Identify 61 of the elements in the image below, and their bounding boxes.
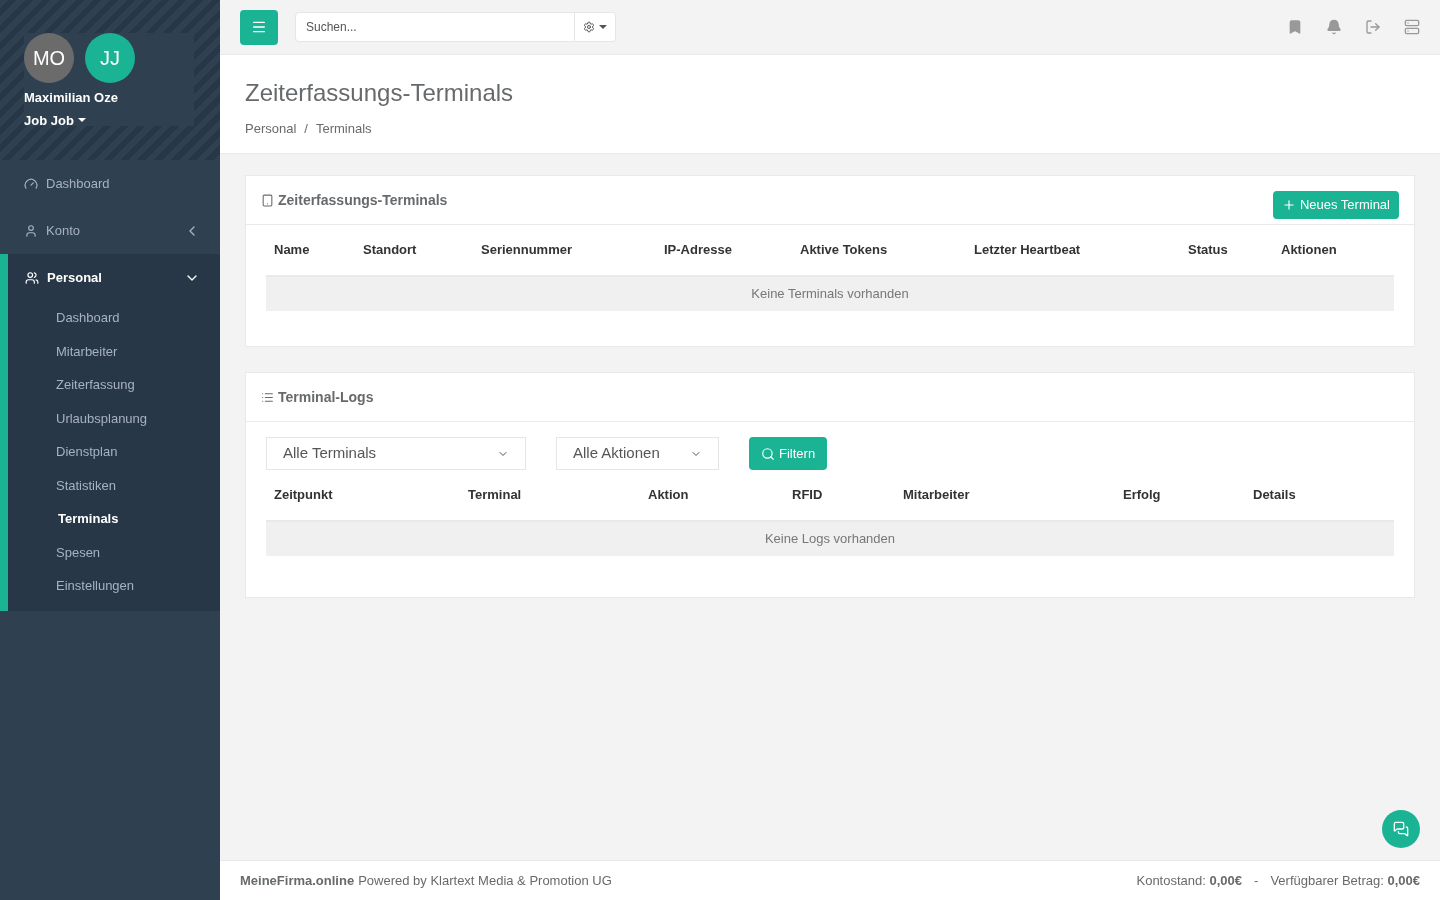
breadcrumb-link[interactable]: Personal (245, 119, 297, 139)
settings-icon (583, 21, 595, 33)
column-header: Standort (363, 241, 418, 260)
bell-icon[interactable] (1326, 19, 1342, 35)
column-header: Aktionen (1281, 241, 1338, 260)
card-title: Zeiterfassungs-Terminals (278, 190, 448, 210)
chat-icon (1393, 821, 1409, 837)
submenu-item[interactable]: Dashboard (8, 301, 220, 335)
column-header: Seriennummer (481, 241, 574, 260)
submenu-item[interactable]: Einstellungen (8, 569, 220, 603)
search-icon (761, 446, 775, 461)
menu-toggle-button[interactable] (240, 9, 278, 45)
footer-brand: MeineFirma.online (240, 871, 355, 890)
list-icon (261, 390, 274, 404)
empty-table-message: Keine Terminals vorhanden (266, 277, 1394, 311)
column-header: Mitarbeiter (903, 486, 971, 505)
column-header: RFID (792, 486, 824, 505)
submenu-item[interactable]: Zeiterfassung (8, 368, 220, 402)
caret-icon (77, 118, 86, 123)
submenu-item[interactable]: Spesen (8, 535, 220, 569)
column-header: Terminal (468, 486, 523, 505)
empty-table-message: Keine Logs vorhanden (266, 522, 1394, 556)
plus-icon (1281, 198, 1296, 212)
sidebar-item[interactable]: Dashboard (0, 160, 220, 207)
column-header: IP-Adresse (664, 241, 733, 260)
column-header: Status (1188, 241, 1229, 260)
avatar[interactable]: MO (24, 33, 74, 83)
bookmark-icon[interactable] (1287, 19, 1303, 35)
column-header: Erfolg (1123, 486, 1162, 505)
column-header: Details (1253, 486, 1297, 505)
column-header: Letzter Heartbeat (974, 241, 1082, 260)
submenu-item[interactable]: Urlaubsplanung (8, 401, 220, 435)
submenu-item[interactable]: Terminals (8, 502, 220, 536)
breadcrumb-link[interactable]: Terminals (315, 119, 372, 139)
sidebar-item[interactable]: Konto (0, 207, 220, 254)
sidebar-item[interactable]: Personal (8, 254, 220, 301)
submenu-item[interactable]: Mitarbeiter (8, 334, 220, 368)
logout-icon[interactable] (1365, 19, 1381, 35)
column-header: Name (274, 241, 311, 260)
column-header: Zeitpunkt (274, 486, 334, 505)
footer-separator: - (1254, 871, 1259, 890)
breadcrumb-separator: / (304, 120, 308, 138)
page-title: Zeiterfassungs-Terminals (245, 78, 515, 108)
user-name: Maximilian Oze (24, 89, 119, 107)
search-field[interactable]: Suchen... (295, 12, 575, 42)
submenu-item[interactable]: Statistiken (8, 468, 220, 502)
account-balance: Kontostand: 0,00€ (1136, 871, 1243, 890)
tablet-icon (261, 193, 274, 207)
filter-select[interactable]: Alle Aktionen (556, 437, 719, 470)
settings-dropdown-button[interactable] (575, 12, 616, 42)
column-header: Aktion (648, 486, 690, 505)
card-title: Terminal-Logs (278, 387, 374, 407)
column-header: Aktive Tokens (800, 241, 889, 260)
chat-button[interactable] (1382, 810, 1420, 848)
available-amount: Verfügbarer Betrag: 0,00€ (1270, 871, 1420, 890)
server-icon[interactable] (1404, 19, 1420, 35)
user-role-dropdown[interactable]: Job Job (24, 110, 194, 130)
submenu-item[interactable]: Dienstplan (8, 435, 220, 469)
caret-icon (599, 25, 607, 29)
footer-credit: Powered by Klartext Media & Promotion UG (358, 871, 612, 890)
filter-select[interactable]: Alle Terminals (266, 437, 526, 470)
